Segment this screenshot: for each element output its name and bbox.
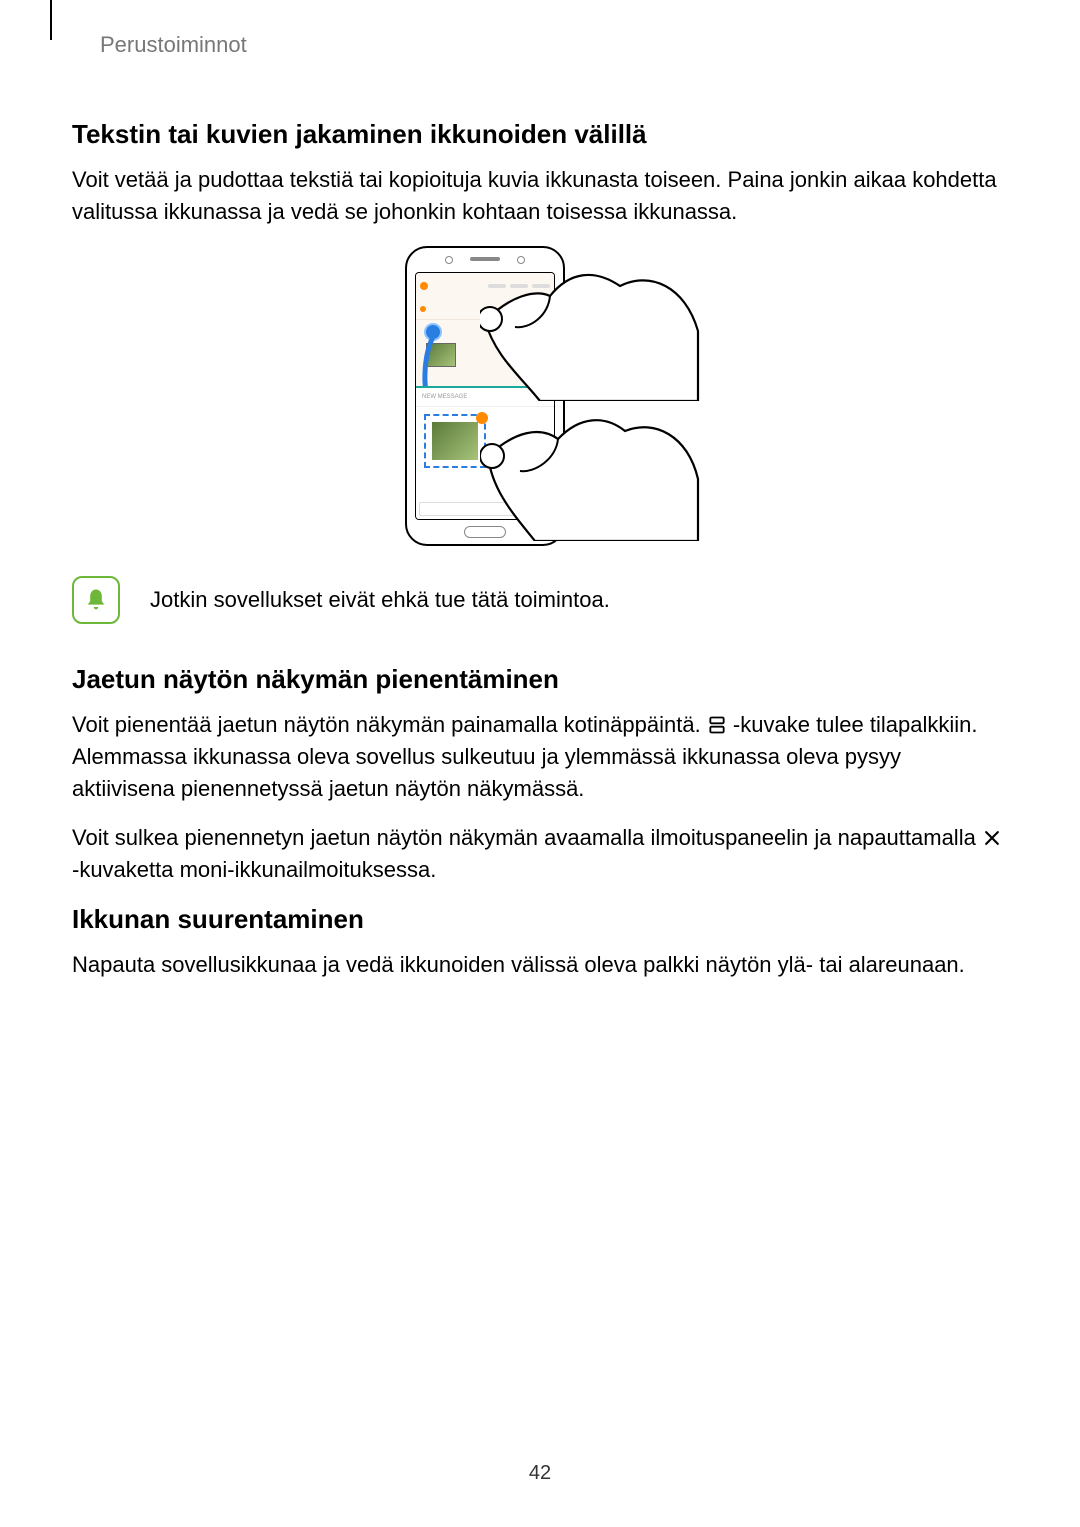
heading-minimize-splitview: Jaetun näytön näkymän pienentäminen (72, 664, 1008, 695)
note-text: Jotkin sovellukset eivät ehkä tue tätä t… (150, 584, 610, 616)
page-number: 42 (0, 1462, 1080, 1485)
hand-top-drag (480, 261, 700, 401)
close-x-icon (982, 825, 1002, 845)
para-maximize: Napauta sovellusikkunaa ja vedä ikkunoid… (72, 949, 1008, 981)
note-block: Jotkin sovellukset eivät ehkä tue tätä t… (72, 576, 1008, 624)
figure-drag-drop-illustration: NEW MESSAGE ⋯ (72, 246, 1008, 546)
para-minimize-2a: Voit sulkea pienennetyn jaetun näytön nä… (72, 825, 982, 850)
para-minimize-2: Voit sulkea pienennetyn jaetun näytön nä… (72, 822, 1008, 886)
para-minimize-1: Voit pienentää jaetun näytön näkymän pai… (72, 709, 1008, 805)
heading-share-between-windows: Tekstin tai kuvien jakaminen ikkunoiden … (72, 119, 1008, 150)
notice-bell-icon (72, 576, 120, 624)
para-minimize-2b: -kuvaketta moni-ikkunailmoituksessa. (72, 857, 436, 882)
para-share-description: Voit vetää ja pudottaa tekstiä tai kopio… (72, 164, 1008, 228)
hand-bottom-drop (480, 401, 700, 541)
header-section-title: Perustoiminnot (100, 32, 247, 58)
para-minimize-1a: Voit pienentää jaetun näytön näkymän pai… (72, 712, 707, 737)
new-message-label: NEW MESSAGE (422, 394, 467, 400)
drop-target (424, 414, 486, 468)
split-screen-icon (707, 712, 727, 732)
heading-maximize-window: Ikkunan suurentaminen (72, 904, 1008, 935)
